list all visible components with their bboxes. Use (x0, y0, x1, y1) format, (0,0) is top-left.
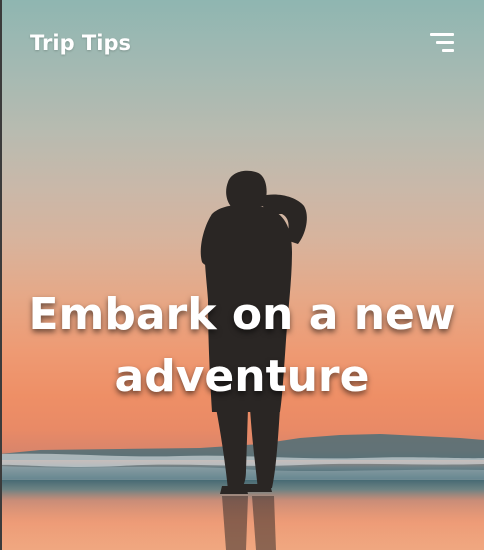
menu-line (430, 33, 454, 36)
menu-line (442, 49, 454, 52)
hero-headline: Embark on a new adventure (28, 289, 456, 402)
page: Trip Tips Embark on a new adventure (0, 0, 484, 550)
hamburger-menu-icon[interactable] (428, 32, 454, 54)
brand-logo-link[interactable]: Trip Tips (30, 31, 131, 55)
top-navigation-bar: Trip Tips (0, 0, 484, 90)
menu-line (436, 41, 454, 44)
